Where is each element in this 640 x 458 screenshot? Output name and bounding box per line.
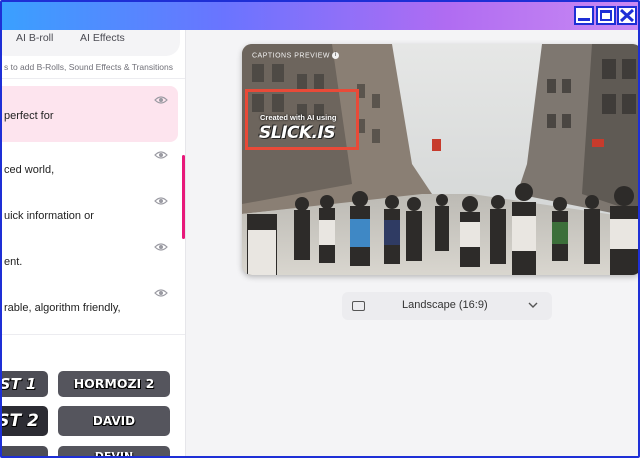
eye-icon[interactable] xyxy=(154,95,168,105)
close-button[interactable] xyxy=(617,6,637,25)
watermark-logo: SLICK.IS xyxy=(259,123,336,143)
preview-label: CAPTIONS PREVIEW i xyxy=(252,52,340,60)
tab-bar: AI B-roll AI Effects xyxy=(2,30,180,56)
street-scene-image xyxy=(242,44,638,275)
close-icon xyxy=(620,9,634,22)
scrollbar-thumb[interactable] xyxy=(182,155,185,239)
preview-area: CAPTIONS PREVIEW i Created with AI using … xyxy=(187,30,638,456)
script-line-text: uick information or xyxy=(4,210,94,222)
script-line-text: ent. xyxy=(4,256,23,268)
info-icon[interactable]: i xyxy=(332,52,340,59)
video-preview[interactable]: CAPTIONS PREVIEW i Created with AI using … xyxy=(242,44,638,275)
watermark-text: Created with AI using xyxy=(260,113,337,122)
aspect-ratio-icon xyxy=(352,301,365,311)
caption-style-option[interactable]: DEVIN xyxy=(58,446,170,456)
eye-icon[interactable] xyxy=(154,288,168,298)
script-line-text: rable, algorithm friendly, xyxy=(4,302,121,314)
caption-style-option[interactable] xyxy=(2,446,48,456)
script-line-text: perfect for xyxy=(4,110,54,122)
script-line-text: ced world, xyxy=(4,164,55,176)
maximize-button[interactable] xyxy=(596,6,616,25)
caption-style-option[interactable]: DAVID xyxy=(58,406,170,436)
title-bar xyxy=(2,2,638,30)
aspect-ratio-dropdown[interactable]: Landscape (16:9) xyxy=(342,292,552,320)
hint-text: s to add B-Rolls, Sound Effects & Transi… xyxy=(4,62,173,72)
divider xyxy=(2,78,185,79)
aspect-ratio-value: Landscape (16:9) xyxy=(402,299,488,311)
tab-ai-effects[interactable]: AI Effects xyxy=(80,32,125,44)
caption-style-option[interactable]: ST 2 xyxy=(2,406,48,436)
caption-style-option[interactable]: ST 1 xyxy=(2,371,48,397)
eye-icon[interactable] xyxy=(154,150,168,160)
script-line[interactable]: perfect for xyxy=(2,86,178,142)
caption-style-option[interactable]: HORMOZI 2 xyxy=(58,371,170,397)
eye-icon[interactable] xyxy=(154,242,168,252)
script-panel: AI B-roll AI Effects s to add B-Rolls, S… xyxy=(2,30,186,456)
chevron-down-icon xyxy=(528,302,538,308)
tab-ai-broll[interactable]: AI B-roll xyxy=(16,32,53,44)
preview-label-text: CAPTIONS PREVIEW xyxy=(252,52,331,60)
divider xyxy=(2,334,185,335)
app-window: AI B-roll AI Effects s to add B-Rolls, S… xyxy=(0,0,640,458)
eye-icon[interactable] xyxy=(154,196,168,206)
minimize-button[interactable] xyxy=(574,6,594,25)
